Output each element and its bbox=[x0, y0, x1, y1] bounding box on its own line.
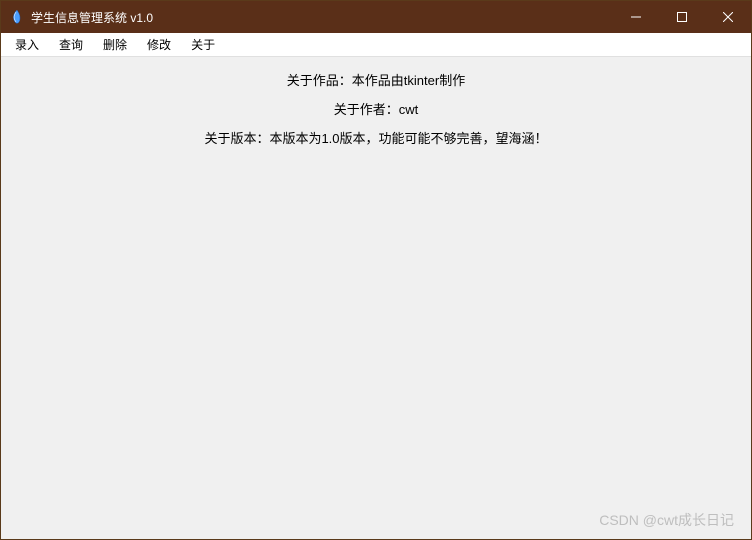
menu-item-delete[interactable]: 删除 bbox=[93, 33, 137, 56]
about-work-label: 关于作品：本作品由tkinter制作 bbox=[287, 71, 465, 92]
app-icon bbox=[9, 9, 25, 25]
close-icon bbox=[723, 12, 733, 22]
maximize-icon bbox=[677, 12, 687, 22]
app-window: 学生信息管理系统 v1.0 录入 查询 删除 修改 bbox=[0, 0, 752, 540]
menu-item-modify[interactable]: 修改 bbox=[137, 33, 181, 56]
menu-item-about[interactable]: 关于 bbox=[181, 33, 225, 56]
minimize-button[interactable] bbox=[613, 1, 659, 33]
about-version-label: 关于版本：本版本为1.0版本，功能可能不够完善，望海涵！ bbox=[204, 129, 547, 150]
window-controls bbox=[613, 1, 751, 33]
menu-item-query[interactable]: 查询 bbox=[49, 33, 93, 56]
minimize-icon bbox=[631, 12, 641, 22]
close-button[interactable] bbox=[705, 1, 751, 33]
titlebar: 学生信息管理系统 v1.0 bbox=[1, 1, 751, 33]
content-area: 关于作品：本作品由tkinter制作 关于作者：cwt 关于版本：本版本为1.0… bbox=[1, 57, 751, 539]
menu-item-input[interactable]: 录入 bbox=[5, 33, 49, 56]
maximize-button[interactable] bbox=[659, 1, 705, 33]
window-title: 学生信息管理系统 v1.0 bbox=[31, 9, 613, 26]
menubar: 录入 查询 删除 修改 关于 bbox=[1, 33, 751, 57]
about-author-label: 关于作者：cwt bbox=[334, 100, 419, 121]
